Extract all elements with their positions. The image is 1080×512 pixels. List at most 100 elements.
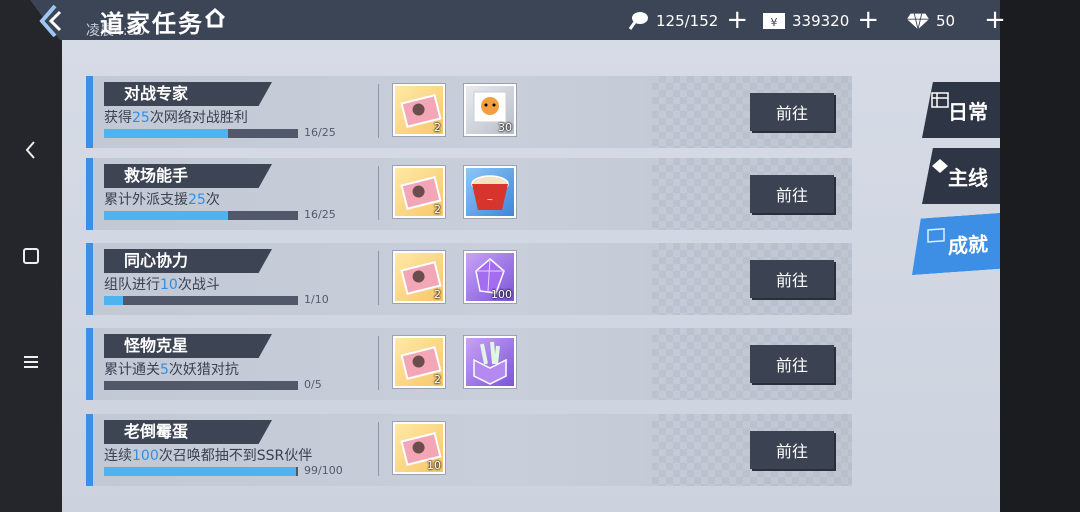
progress-bar <box>104 129 298 138</box>
home-icon[interactable] <box>203 6 227 30</box>
desc-number: 25 <box>188 192 206 208</box>
divider <box>378 166 379 220</box>
stamina-resource: 125/152 + <box>626 7 748 34</box>
task-name: 对战专家 <box>104 82 272 106</box>
task-description: 组队进行10次战斗 <box>104 274 220 294</box>
progress-text: 0/5 <box>304 378 322 391</box>
ticket-icon[interactable]: 10 <box>393 422 445 474</box>
tab-daily[interactable]: 日常 <box>922 82 1000 138</box>
progress-bar <box>104 381 298 390</box>
reward-count: 2 <box>434 373 441 386</box>
task-row: 同心协力 组队进行10次战斗 1/10 2 100 前往 <box>86 243 852 315</box>
progress-fill <box>104 467 297 476</box>
home-square-icon[interactable] <box>18 243 44 269</box>
task-row: 怪物克星 累计通关5次妖猎对抗 0/5 2 前往 <box>86 328 852 400</box>
task-description: 连续100次召唤都抽不到SSR伙伴 <box>104 445 312 465</box>
desc-number: 25 <box>132 110 150 126</box>
reward-count: 2 <box>434 203 441 216</box>
ticket-icon[interactable]: 2 <box>393 336 445 388</box>
desc-text: 次召唤都抽不到SSR伙伴 <box>158 448 313 464</box>
diamond-resource: 50 + <box>906 7 1006 34</box>
desc-text: 次战斗 <box>177 277 220 293</box>
progress-bar <box>104 467 298 476</box>
game-logo-icon[interactable] <box>38 4 72 38</box>
noodle-shape: ~ <box>471 175 509 210</box>
desc-number: 10 <box>160 277 178 293</box>
task-name: 怪物克星 <box>104 334 272 358</box>
progress-fill <box>104 129 229 138</box>
box-shape <box>473 341 507 385</box>
reward-count: 2 <box>434 121 441 134</box>
go-button[interactable]: 前往 <box>750 175 834 213</box>
desc-number: 100 <box>132 448 159 464</box>
progress-text: 1/10 <box>304 293 329 306</box>
task-row: 对战专家获得25次网络对战胜利 16/25 2 30 前往 <box>86 76 852 148</box>
progress-bar <box>104 211 298 220</box>
right-edge <box>1000 0 1080 512</box>
cash-resource: ¥ 339320 + <box>762 7 879 34</box>
reward-count: 10 <box>427 459 441 472</box>
desc-text: 次妖猎对抗 <box>168 362 239 378</box>
desc-number: 5 <box>160 362 169 378</box>
progress-fill <box>104 211 229 220</box>
system-nav <box>0 0 62 512</box>
tab-achievement[interactable]: 成就 <box>912 213 1000 275</box>
daily-tab-icon <box>930 90 950 108</box>
main-tab-icon <box>930 156 950 174</box>
add-diamond-button[interactable]: + <box>984 7 1006 33</box>
go-button[interactable]: 前往 <box>750 93 834 131</box>
achievement-tab-icon <box>926 225 946 244</box>
game-screen: 凌晨4:30 道家任务 125/152 + ¥ 339320 + 50 + 对战… <box>0 0 1080 512</box>
svg-text:¥: ¥ <box>771 16 778 29</box>
purple-crystal-icon[interactable]: 100 <box>464 251 516 303</box>
svg-text:~: ~ <box>487 195 494 204</box>
cat-card-icon[interactable]: 30 <box>464 84 516 136</box>
desc-text: 累计外派支援 <box>104 192 188 208</box>
ticket-icon[interactable]: 2 <box>393 166 445 218</box>
task-description: 累计外派支援25次 <box>104 189 220 209</box>
cash-icon: ¥ <box>762 9 786 33</box>
divider <box>378 251 379 305</box>
diamond-icon <box>906 9 930 33</box>
desc-text: 次网络对战胜利 <box>149 110 248 126</box>
task-name: 同心协力 <box>104 249 272 273</box>
tab-main[interactable]: 主线 <box>922 148 1000 204</box>
desc-text: 次 <box>205 192 220 208</box>
add-stamina-button[interactable]: + <box>726 7 748 33</box>
tab-main-label: 主线 <box>948 165 988 190</box>
ticket-icon[interactable]: 2 <box>393 84 445 136</box>
reward-count: 2 <box>434 288 441 301</box>
desc-text: 连续 <box>104 448 132 464</box>
go-button[interactable]: 前往 <box>750 345 834 383</box>
drumstick-icon <box>626 9 650 33</box>
add-cash-button[interactable]: + <box>857 7 879 33</box>
progress-text: 16/25 <box>304 126 336 139</box>
divider <box>378 336 379 390</box>
task-row: 老倒霉蛋 连续100次召唤都抽不到SSR伙伴 99/100 10 前往 <box>86 414 852 486</box>
task-name: 救场能手 <box>104 164 272 188</box>
task-name: 老倒霉蛋 <box>104 420 272 444</box>
desc-text: 组队进行 <box>104 277 160 293</box>
progress-bar <box>104 296 298 305</box>
desc-text: 获得 <box>104 110 132 126</box>
noodle-cup-icon[interactable]: ~ <box>464 166 516 218</box>
reward-count: 30 <box>498 121 512 134</box>
menu-icon[interactable] <box>18 349 44 375</box>
go-button[interactable]: 前往 <box>750 431 834 469</box>
tab-daily-label: 日常 <box>948 99 988 124</box>
task-description: 累计通关5次妖猎对抗 <box>104 359 239 379</box>
divider <box>378 422 379 476</box>
tab-achievement-label: 成就 <box>948 231 988 259</box>
task-row: 救场能手 累计外派支援25次 16/25 2 ~ 前往 <box>86 158 852 230</box>
back-icon[interactable] <box>18 137 44 163</box>
divider <box>378 84 379 138</box>
gift-box-icon[interactable] <box>464 336 516 388</box>
desc-text: 累计通关 <box>104 362 160 378</box>
progress-text: 99/100 <box>304 464 343 477</box>
go-button[interactable]: 前往 <box>750 260 834 298</box>
cash-value: 339320 <box>792 12 850 30</box>
progress-text: 16/25 <box>304 208 336 221</box>
stamina-value: 125/152 <box>656 12 719 30</box>
reward-count: 100 <box>491 288 512 301</box>
ticket-icon[interactable]: 2 <box>393 251 445 303</box>
